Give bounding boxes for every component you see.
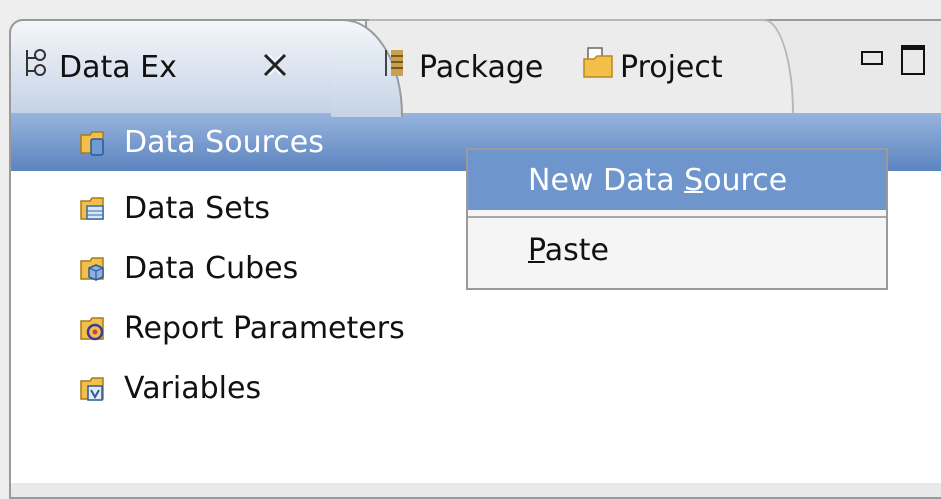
tree-item-variables[interactable]: Variables [11, 359, 941, 417]
view-window-controls [861, 45, 925, 75]
tree-item-label: Report Parameters [124, 310, 405, 346]
menu-item-label: Paste [528, 232, 609, 268]
tab-label: Data Ex [59, 49, 177, 85]
tree-item-report-parameters[interactable]: Report Parameters [11, 299, 941, 357]
package-icon [383, 48, 409, 86]
menu-item-new-data-source[interactable]: New Data Source [468, 150, 886, 210]
tree-item-label: Data Sources [124, 124, 324, 160]
tree-item-label: Data Cubes [124, 250, 299, 286]
tree-item-label: Variables [124, 370, 262, 406]
data-explorer-icon [25, 48, 47, 86]
close-icon[interactable] [261, 49, 289, 79]
tab-project[interactable]: Project [572, 19, 794, 113]
menu-item-paste[interactable]: Paste [468, 220, 886, 280]
variables-folder-icon [79, 373, 109, 411]
context-menu: New Data Source Paste [466, 148, 888, 290]
tree-item-label: Data Sets [124, 190, 271, 226]
menu-separator [468, 216, 886, 218]
data-cubes-folder-icon [79, 253, 109, 291]
project-folder-icon [582, 47, 616, 87]
tab-data-explorer[interactable]: Data Ex [9, 19, 403, 117]
data-sources-folder-icon [79, 127, 109, 165]
menu-item-label: New Data Source [528, 162, 788, 198]
report-parameters-folder-icon [79, 313, 109, 351]
maximize-icon[interactable] [901, 45, 925, 75]
tab-label: Project [620, 49, 723, 85]
view-tab-strip: Data Ex Package Project [9, 19, 941, 117]
data-sets-folder-icon [79, 193, 109, 231]
tab-label: Package [419, 49, 544, 85]
minimize-icon[interactable] [861, 51, 883, 65]
